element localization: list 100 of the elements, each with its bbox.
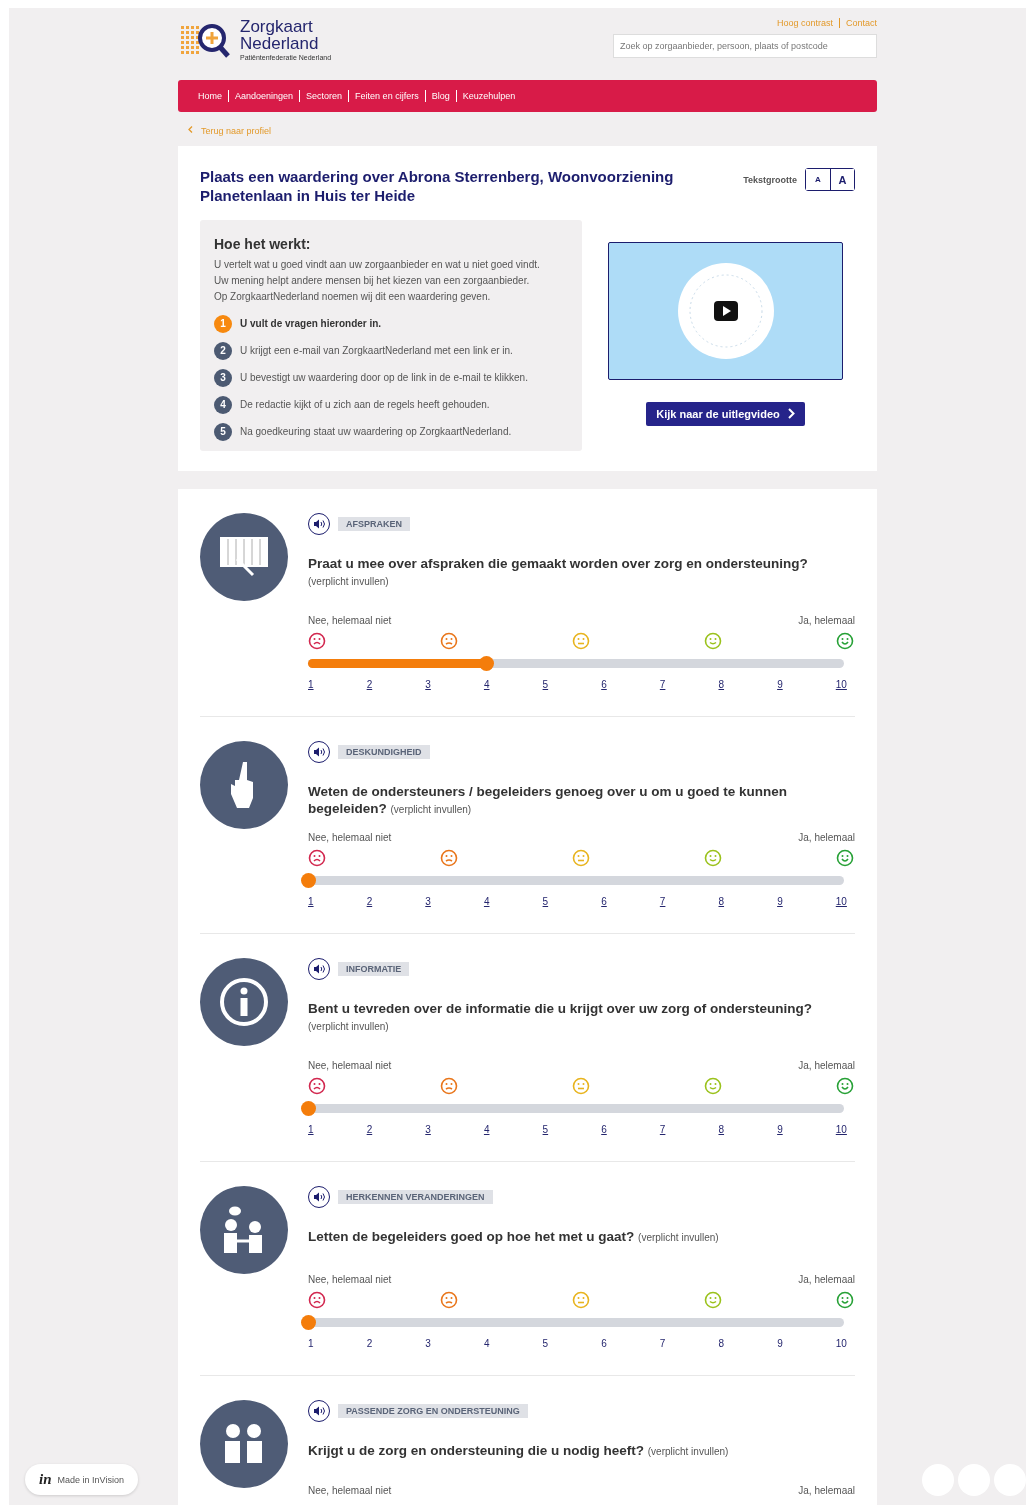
- smiley-icon: [308, 848, 326, 867]
- question-text: Praat u mee over afspraken die gemaakt worden over zorg en ondersteuning? (verplicht invullen): [308, 554, 809, 589]
- scale-high-label: Ja, helemaal: [798, 1484, 855, 1496]
- scale-number[interactable]: 1: [308, 895, 314, 907]
- scale-high-label: Ja, helemaal: [798, 831, 855, 843]
- invision-badge[interactable]: in Made in InVision: [25, 1464, 138, 1495]
- nav-link[interactable]: Blog: [424, 90, 456, 102]
- scale-number[interactable]: 2: [366, 895, 373, 907]
- scale-number[interactable]: 2: [366, 678, 373, 690]
- chevron-left-icon: [188, 125, 193, 133]
- page-title: Plaats een waardering over Abrona Sterrenberg, Woonvoorziening Planetenlaan in Huis ter Heide: [200, 168, 675, 206]
- speaker-button[interactable]: [308, 1399, 330, 1422]
- scale-number[interactable]: 4: [483, 1123, 490, 1135]
- video-button[interactable]: Kijk naar de uitlegvideo: [646, 401, 805, 426]
- scale-low-label: Nee, helemaal niet: [308, 1059, 392, 1071]
- step-text: U krijgt een e-mail van ZorgkaartNederland met een link er in.: [240, 345, 513, 356]
- speaker-button[interactable]: [308, 957, 330, 980]
- scale-number[interactable]: 4: [483, 678, 490, 690]
- info-icon: [218, 975, 270, 1028]
- scale-number[interactable]: 4: [483, 1337, 490, 1349]
- scale-number[interactable]: 2: [366, 1337, 373, 1349]
- text-size-label: Tekstgrootte: [743, 174, 797, 185]
- smiley-icon: [572, 848, 590, 867]
- smiley-icon: [836, 848, 854, 867]
- scale-number[interactable]: 8: [718, 1123, 725, 1135]
- scale-number[interactable]: 8: [718, 1337, 725, 1349]
- scale-number[interactable]: 9: [777, 1123, 783, 1135]
- scale-number[interactable]: 9: [777, 678, 783, 690]
- scale-number[interactable]: 1: [308, 1123, 314, 1135]
- step-text: Na goedkeuring staat uw waardering op ZorgkaartNederland.: [240, 426, 512, 437]
- step-number: 4: [214, 395, 232, 414]
- smiley-icon: [572, 1290, 590, 1309]
- scale-number[interactable]: 10: [835, 678, 847, 690]
- scale-low-label: Nee, helemaal niet: [308, 831, 392, 843]
- nav-link[interactable]: Aandoeningen: [228, 90, 300, 102]
- nav-link[interactable]: Home: [192, 90, 228, 102]
- video-thumbnail[interactable]: [608, 241, 843, 380]
- scale-number[interactable]: 10: [835, 1123, 847, 1135]
- scale-number[interactable]: 4: [483, 895, 490, 907]
- smiley-icon: [308, 1290, 326, 1309]
- scale-number[interactable]: 7: [659, 678, 666, 690]
- question-text: Krijgt u de zorg en ondersteuning die u nodig heeft? (verplicht invullen): [308, 1441, 730, 1460]
- smiley-icon: [704, 631, 722, 650]
- scale-number[interactable]: 6: [601, 1123, 607, 1135]
- scale-number[interactable]: 7: [659, 1337, 666, 1349]
- smiley-icon: [572, 631, 590, 650]
- smiley-icon: [572, 1076, 590, 1095]
- step-number: 2: [214, 341, 232, 360]
- scale-number[interactable]: 1: [308, 678, 314, 690]
- scale-number[interactable]: 10: [835, 1337, 847, 1349]
- speaker-button[interactable]: [308, 1185, 330, 1208]
- category-tag: PASSENDE ZORG EN ONDERSTEUNING: [338, 1403, 528, 1418]
- scale-number[interactable]: 6: [601, 678, 607, 690]
- speaker-button[interactable]: [308, 512, 330, 535]
- scale-high-label: Ja, helemaal: [798, 614, 855, 626]
- step-text: U vult de vragen hieronder in.: [240, 318, 382, 329]
- intro-text: Op ZorgkaartNederland noemen wij dit een waardering geven.: [214, 289, 492, 304]
- scale-number[interactable]: 5: [542, 895, 549, 907]
- scale-number[interactable]: 8: [718, 678, 725, 690]
- text-size-button[interactable]: A: [830, 169, 854, 190]
- nav-link[interactable]: Keuzehulpen: [455, 90, 522, 102]
- scale-number[interactable]: 6: [601, 895, 607, 907]
- planner-icon: [219, 534, 269, 579]
- scale-number[interactable]: 9: [777, 895, 783, 907]
- scale-number[interactable]: 10: [835, 895, 847, 907]
- step-number: 5: [214, 422, 232, 441]
- speaker-icon: [313, 1405, 325, 1416]
- step-number: 3: [214, 368, 232, 387]
- scale-high-label: Ja, helemaal: [798, 1273, 855, 1285]
- scale-number[interactable]: 6: [601, 1337, 607, 1349]
- nav-link[interactable]: Feiten en cijfers: [348, 90, 425, 102]
- smiley-icon: [440, 1076, 458, 1095]
- logo-title: Zorgkaart: [240, 18, 314, 35]
- question-text: Weten de ondersteuners / begeleiders genoeg over u om u goed te kunnen begeleiden? (verplicht invullen): [308, 782, 789, 818]
- speaker-button[interactable]: [308, 740, 330, 763]
- smiley-icon: [308, 631, 326, 650]
- scale-number[interactable]: 2: [366, 1123, 373, 1135]
- scale-number[interactable]: 3: [425, 895, 431, 907]
- smiley-icon: [704, 1076, 722, 1095]
- scale-number[interactable]: 3: [425, 678, 431, 690]
- question-text: Bent u tevreden over de informatie die u krijgt over uw zorg of ondersteuning? (verplicht invullen): [308, 999, 814, 1034]
- scale-number[interactable]: 8: [718, 895, 725, 907]
- search-field[interactable]: Zoek op zorgaanbieder, persoon, plaats of postcode: [613, 34, 877, 58]
- scale-number[interactable]: 7: [659, 1123, 666, 1135]
- scale-number[interactable]: 9: [777, 1337, 783, 1349]
- scale-low-label: Nee, helemaal niet: [308, 1273, 392, 1285]
- scale-number[interactable]: 3: [425, 1123, 431, 1135]
- smiley-icon: [704, 1290, 722, 1309]
- scale-number[interactable]: 3: [425, 1337, 431, 1349]
- smiley-icon: [440, 631, 458, 650]
- scale-number[interactable]: 5: [542, 1123, 549, 1135]
- smiley-icon: [440, 848, 458, 867]
- speaker-icon: [313, 746, 325, 757]
- step-text: De redactie kijkt of u zich aan de regels heeft gehouden.: [240, 399, 490, 410]
- nav-link[interactable]: Sectoren: [299, 90, 349, 102]
- step-text: U bevestigt uw waardering door op de link in de e-mail te klikken.: [240, 372, 528, 383]
- scale-number[interactable]: 5: [542, 678, 549, 690]
- scale-number[interactable]: 1: [308, 1337, 314, 1349]
- scale-number[interactable]: 5: [542, 1337, 549, 1349]
- scale-number[interactable]: 7: [659, 895, 666, 907]
